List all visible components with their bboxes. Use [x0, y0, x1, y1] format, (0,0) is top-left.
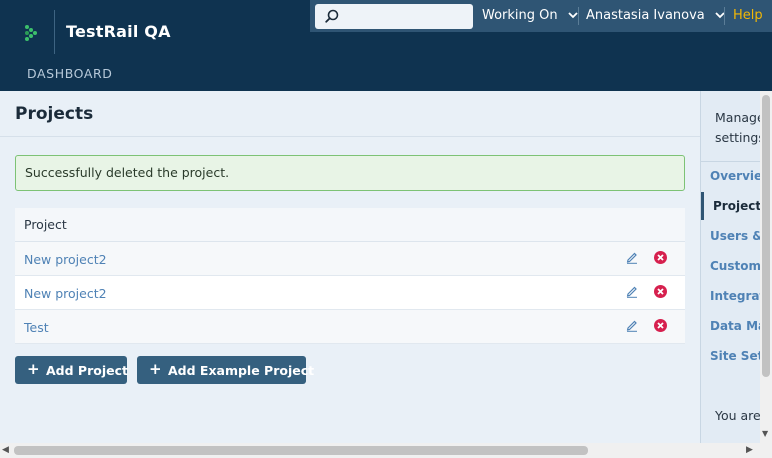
project-link[interactable]: New project2: [24, 252, 107, 267]
sidebar-item-data-management[interactable]: Data Management: [710, 319, 760, 333]
table-row: New project2: [15, 276, 685, 310]
search-icon: [325, 9, 339, 23]
sidebar-intro: Manage settings: [715, 108, 760, 148]
add-project-button[interactable]: + Add Project: [15, 356, 128, 384]
plus-icon: +: [149, 360, 162, 378]
delete-icon[interactable]: [653, 318, 668, 333]
delete-icon[interactable]: [653, 284, 668, 299]
column-header-project: Project: [24, 217, 67, 232]
topbar-divider: [578, 7, 579, 25]
delete-icon[interactable]: [653, 250, 668, 265]
plus-icon: +: [27, 360, 40, 378]
scroll-down-arrow-icon[interactable]: ▼: [762, 429, 768, 438]
vertical-scrollbar-thumb[interactable]: [762, 95, 770, 377]
horizontal-scrollbar[interactable]: ◀ ▶: [0, 443, 772, 458]
sidebar-item-customizations[interactable]: Customizations: [710, 259, 760, 273]
working-on-menu[interactable]: Working On: [482, 8, 578, 23]
nav-dashboard-tab[interactable]: DASHBOARD: [27, 66, 113, 81]
add-example-project-button[interactable]: + Add Example Project: [137, 356, 314, 384]
sidebar-item-projects[interactable]: Projects: [713, 199, 760, 213]
user-menu[interactable]: Anastasia Ivanova: [586, 8, 725, 23]
table-row: Test: [15, 310, 685, 344]
sidebar-intro-line: settings: [715, 130, 760, 145]
page-title: Projects: [15, 104, 94, 124]
projects-table: Project New project2 New project2 Test: [15, 208, 685, 344]
app-title[interactable]: TestRail QA: [66, 22, 171, 41]
table-header: Project: [15, 208, 685, 242]
topbar-divider: [724, 7, 725, 25]
sidebar-footer-text: You are: [715, 408, 760, 423]
success-message: Successfully deleted the project.: [15, 155, 685, 191]
edit-icon[interactable]: [625, 284, 639, 298]
add-example-project-label: Add Example Project: [168, 363, 315, 378]
active-indicator: [701, 192, 704, 220]
project-link[interactable]: New project2: [24, 286, 107, 301]
search-input[interactable]: [315, 4, 473, 29]
sidebar-item-overview[interactable]: Overview: [710, 169, 760, 183]
admin-sidebar: Manage settings Overview Projects Users …: [700, 91, 760, 443]
scroll-right-arrow-icon[interactable]: ▶: [746, 445, 753, 455]
chevron-down-icon: [568, 12, 578, 19]
project-link[interactable]: Test: [24, 320, 49, 335]
sidebar-intro-line: Manage: [715, 110, 760, 125]
top-bar: Working On Anastasia Ivanova Help: [310, 0, 772, 32]
sidebar-item-integration[interactable]: Integration: [710, 289, 760, 303]
horizontal-scrollbar-thumb[interactable]: [14, 446, 588, 455]
edit-icon[interactable]: [625, 250, 639, 264]
help-menu[interactable]: Help: [733, 8, 763, 23]
success-message-text: Successfully deleted the project.: [25, 165, 230, 180]
sidebar-divider: [701, 161, 760, 162]
user-name: Anastasia Ivanova: [586, 8, 705, 23]
add-project-label: Add Project: [46, 363, 128, 378]
logo-divider: [54, 10, 55, 54]
testrail-logo-icon[interactable]: [24, 24, 40, 42]
table-row: New project2: [15, 242, 685, 276]
title-divider: [0, 136, 700, 137]
vertical-scrollbar[interactable]: ▼: [760, 91, 772, 443]
scroll-left-arrow-icon[interactable]: ◀: [2, 445, 9, 455]
edit-icon[interactable]: [625, 318, 639, 332]
sidebar-item-site-settings[interactable]: Site Settings: [710, 349, 760, 363]
app-header: TestRail QA DASHBOARD Working On Anastas…: [0, 0, 772, 91]
sidebar-item-users-roles[interactable]: Users & Roles: [710, 229, 760, 243]
working-on-label: Working On: [482, 8, 558, 23]
